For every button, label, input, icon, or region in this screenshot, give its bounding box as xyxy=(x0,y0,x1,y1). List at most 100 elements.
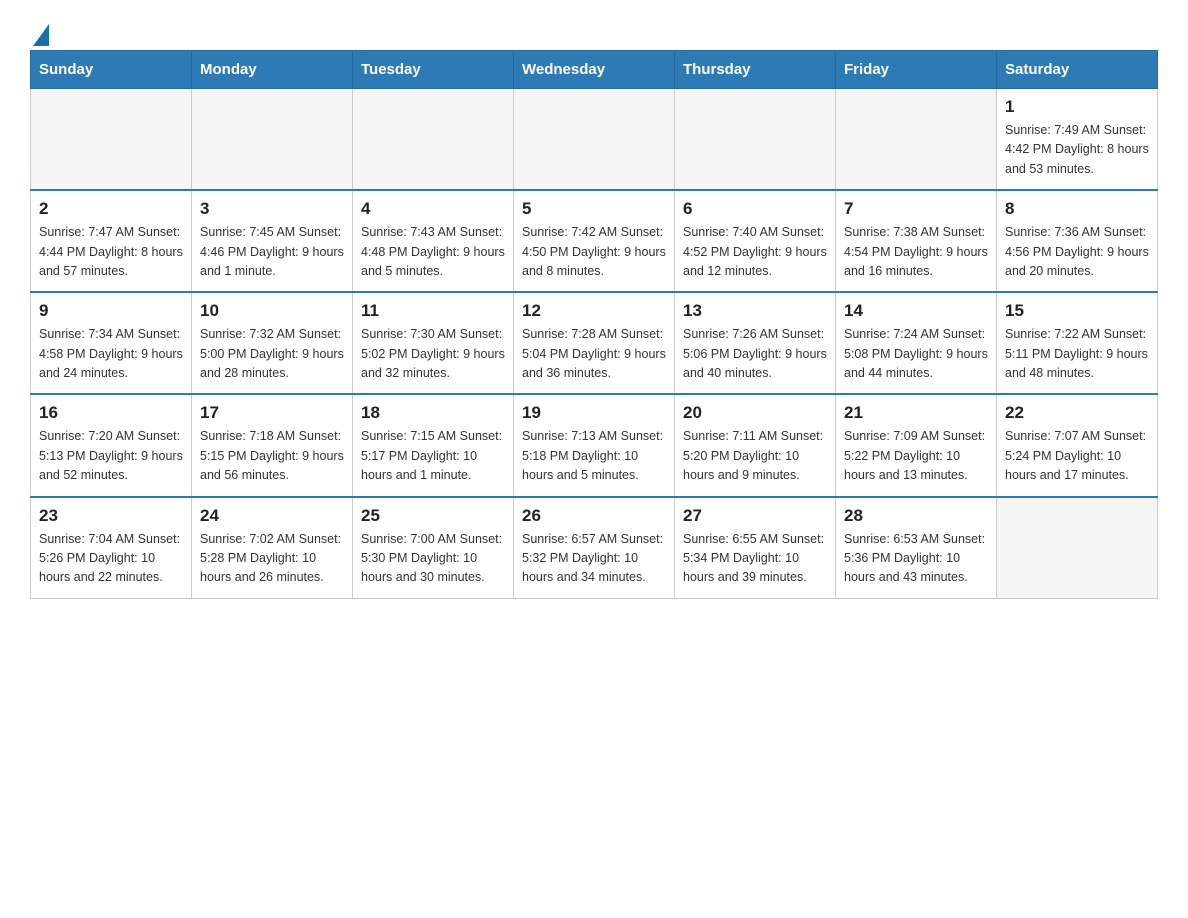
calendar-day-cell: 28 Sunrise: 6:53 AM Sunset: 5:36 PM Dayli… xyxy=(836,497,997,599)
logo xyxy=(30,20,49,40)
day-info: Sunrise: 7:09 AM Sunset: 5:22 PM Dayligh… xyxy=(844,427,988,485)
day-info: Sunrise: 7:49 AM Sunset: 4:42 PM Dayligh… xyxy=(1005,121,1149,179)
day-number: 10 xyxy=(200,301,344,321)
day-number: 23 xyxy=(39,506,183,526)
day-number: 27 xyxy=(683,506,827,526)
day-info: Sunrise: 7:04 AM Sunset: 5:26 PM Dayligh… xyxy=(39,530,183,588)
calendar-day-cell: 6Sunrise: 7:40 AM Sunset: 4:52 PM Daylig… xyxy=(675,190,836,292)
page-header xyxy=(30,20,1158,40)
day-number: 15 xyxy=(1005,301,1149,321)
day-info: Sunrise: 7:07 AM Sunset: 5:24 PM Dayligh… xyxy=(1005,427,1149,485)
logo-triangle-icon xyxy=(33,24,49,46)
day-number: 12 xyxy=(522,301,666,321)
day-info: Sunrise: 7:47 AM Sunset: 4:44 PM Dayligh… xyxy=(39,223,183,281)
day-info: Sunrise: 7:38 AM Sunset: 4:54 PM Dayligh… xyxy=(844,223,988,281)
day-info: Sunrise: 7:02 AM Sunset: 5:28 PM Dayligh… xyxy=(200,530,344,588)
day-info: Sunrise: 6:57 AM Sunset: 5:32 PM Dayligh… xyxy=(522,530,666,588)
calendar-week-row: 9 Sunrise: 7:34 AM Sunset: 4:58 PM Daylig… xyxy=(31,292,1158,394)
calendar-day-cell xyxy=(353,89,514,191)
calendar-week-row: 23 Sunrise: 7:04 AM Sunset: 5:26 PM Dayli… xyxy=(31,497,1158,599)
day-info: Sunrise: 7:45 AM Sunset: 4:46 PM Dayligh… xyxy=(200,223,344,281)
calendar-day-cell: 15 Sunrise: 7:22 AM Sunset: 5:11 PM Dayli… xyxy=(997,292,1158,394)
calendar-day-cell: 8Sunrise: 7:36 AM Sunset: 4:56 PM Daylig… xyxy=(997,190,1158,292)
day-number: 25 xyxy=(361,506,505,526)
calendar-day-cell: 5 Sunrise: 7:42 AM Sunset: 4:50 PM Daylig… xyxy=(514,190,675,292)
calendar-day-cell: 4 Sunrise: 7:43 AM Sunset: 4:48 PM Daylig… xyxy=(353,190,514,292)
day-number: 17 xyxy=(200,403,344,423)
calendar-day-cell: 3 Sunrise: 7:45 AM Sunset: 4:46 PM Daylig… xyxy=(192,190,353,292)
day-info: Sunrise: 7:28 AM Sunset: 5:04 PM Dayligh… xyxy=(522,325,666,383)
calendar-day-cell: 25 Sunrise: 7:00 AM Sunset: 5:30 PM Dayli… xyxy=(353,497,514,599)
calendar-header-row: SundayMondayTuesdayWednesdayThursdayFrid… xyxy=(31,51,1158,89)
day-info: Sunrise: 7:42 AM Sunset: 4:50 PM Dayligh… xyxy=(522,223,666,281)
day-of-week-header: Wednesday xyxy=(514,51,675,89)
day-number: 4 xyxy=(361,199,505,219)
calendar-day-cell: 19Sunrise: 7:13 AM Sunset: 5:18 PM Dayli… xyxy=(514,394,675,496)
day-info: Sunrise: 7:22 AM Sunset: 5:11 PM Dayligh… xyxy=(1005,325,1149,383)
calendar-day-cell: 20 Sunrise: 7:11 AM Sunset: 5:20 PM Dayli… xyxy=(675,394,836,496)
calendar-week-row: 2 Sunrise: 7:47 AM Sunset: 4:44 PM Daylig… xyxy=(31,190,1158,292)
day-number: 16 xyxy=(39,403,183,423)
day-number: 9 xyxy=(39,301,183,321)
day-number: 2 xyxy=(39,199,183,219)
calendar-day-cell xyxy=(997,497,1158,599)
calendar-day-cell: 10 Sunrise: 7:32 AM Sunset: 5:00 PM Dayli… xyxy=(192,292,353,394)
day-number: 24 xyxy=(200,506,344,526)
calendar-day-cell: 17 Sunrise: 7:18 AM Sunset: 5:15 PM Dayli… xyxy=(192,394,353,496)
day-info: Sunrise: 6:55 AM Sunset: 5:34 PM Dayligh… xyxy=(683,530,827,588)
day-number: 3 xyxy=(200,199,344,219)
day-number: 22 xyxy=(1005,403,1149,423)
day-info: Sunrise: 6:53 AM Sunset: 5:36 PM Dayligh… xyxy=(844,530,988,588)
day-info: Sunrise: 7:40 AM Sunset: 4:52 PM Dayligh… xyxy=(683,223,827,281)
calendar-day-cell xyxy=(31,89,192,191)
day-of-week-header: Thursday xyxy=(675,51,836,89)
calendar-day-cell: 22 Sunrise: 7:07 AM Sunset: 5:24 PM Dayli… xyxy=(997,394,1158,496)
day-number: 1 xyxy=(1005,97,1149,117)
day-info: Sunrise: 7:34 AM Sunset: 4:58 PM Dayligh… xyxy=(39,325,183,383)
day-info: Sunrise: 7:18 AM Sunset: 5:15 PM Dayligh… xyxy=(200,427,344,485)
calendar-day-cell: 12 Sunrise: 7:28 AM Sunset: 5:04 PM Dayli… xyxy=(514,292,675,394)
day-info: Sunrise: 7:30 AM Sunset: 5:02 PM Dayligh… xyxy=(361,325,505,383)
calendar-day-cell: 18 Sunrise: 7:15 AM Sunset: 5:17 PM Dayli… xyxy=(353,394,514,496)
calendar-table: SundayMondayTuesdayWednesdayThursdayFrid… xyxy=(30,50,1158,599)
day-number: 11 xyxy=(361,301,505,321)
day-number: 8 xyxy=(1005,199,1149,219)
day-info: Sunrise: 7:00 AM Sunset: 5:30 PM Dayligh… xyxy=(361,530,505,588)
calendar-week-row: 1 Sunrise: 7:49 AM Sunset: 4:42 PM Daylig… xyxy=(31,89,1158,191)
calendar-day-cell xyxy=(675,89,836,191)
calendar-day-cell: 2 Sunrise: 7:47 AM Sunset: 4:44 PM Daylig… xyxy=(31,190,192,292)
day-number: 13 xyxy=(683,301,827,321)
day-number: 5 xyxy=(522,199,666,219)
day-info: Sunrise: 7:11 AM Sunset: 5:20 PM Dayligh… xyxy=(683,427,827,485)
day-number: 18 xyxy=(361,403,505,423)
day-of-week-header: Friday xyxy=(836,51,997,89)
day-info: Sunrise: 7:26 AM Sunset: 5:06 PM Dayligh… xyxy=(683,325,827,383)
calendar-day-cell xyxy=(514,89,675,191)
calendar-week-row: 16 Sunrise: 7:20 AM Sunset: 5:13 PM Dayli… xyxy=(31,394,1158,496)
day-number: 19 xyxy=(522,403,666,423)
calendar-day-cell: 16 Sunrise: 7:20 AM Sunset: 5:13 PM Dayli… xyxy=(31,394,192,496)
day-number: 26 xyxy=(522,506,666,526)
calendar-day-cell: 13 Sunrise: 7:26 AM Sunset: 5:06 PM Dayli… xyxy=(675,292,836,394)
calendar-day-cell xyxy=(836,89,997,191)
calendar-day-cell: 23 Sunrise: 7:04 AM Sunset: 5:26 PM Dayli… xyxy=(31,497,192,599)
day-number: 7 xyxy=(844,199,988,219)
day-number: 20 xyxy=(683,403,827,423)
day-info: Sunrise: 7:32 AM Sunset: 5:00 PM Dayligh… xyxy=(200,325,344,383)
day-info: Sunrise: 7:43 AM Sunset: 4:48 PM Dayligh… xyxy=(361,223,505,281)
day-number: 14 xyxy=(844,301,988,321)
calendar-day-cell: 11 Sunrise: 7:30 AM Sunset: 5:02 PM Dayli… xyxy=(353,292,514,394)
day-number: 28 xyxy=(844,506,988,526)
day-of-week-header: Saturday xyxy=(997,51,1158,89)
calendar-day-cell: 7 Sunrise: 7:38 AM Sunset: 4:54 PM Daylig… xyxy=(836,190,997,292)
calendar-day-cell: 24 Sunrise: 7:02 AM Sunset: 5:28 PM Dayli… xyxy=(192,497,353,599)
calendar-day-cell: 9 Sunrise: 7:34 AM Sunset: 4:58 PM Daylig… xyxy=(31,292,192,394)
day-info: Sunrise: 7:15 AM Sunset: 5:17 PM Dayligh… xyxy=(361,427,505,485)
calendar-day-cell: 21Sunrise: 7:09 AM Sunset: 5:22 PM Dayli… xyxy=(836,394,997,496)
calendar-day-cell: 26 Sunrise: 6:57 AM Sunset: 5:32 PM Dayli… xyxy=(514,497,675,599)
day-of-week-header: Tuesday xyxy=(353,51,514,89)
day-info: Sunrise: 7:20 AM Sunset: 5:13 PM Dayligh… xyxy=(39,427,183,485)
day-of-week-header: Monday xyxy=(192,51,353,89)
day-of-week-header: Sunday xyxy=(31,51,192,89)
calendar-day-cell xyxy=(192,89,353,191)
